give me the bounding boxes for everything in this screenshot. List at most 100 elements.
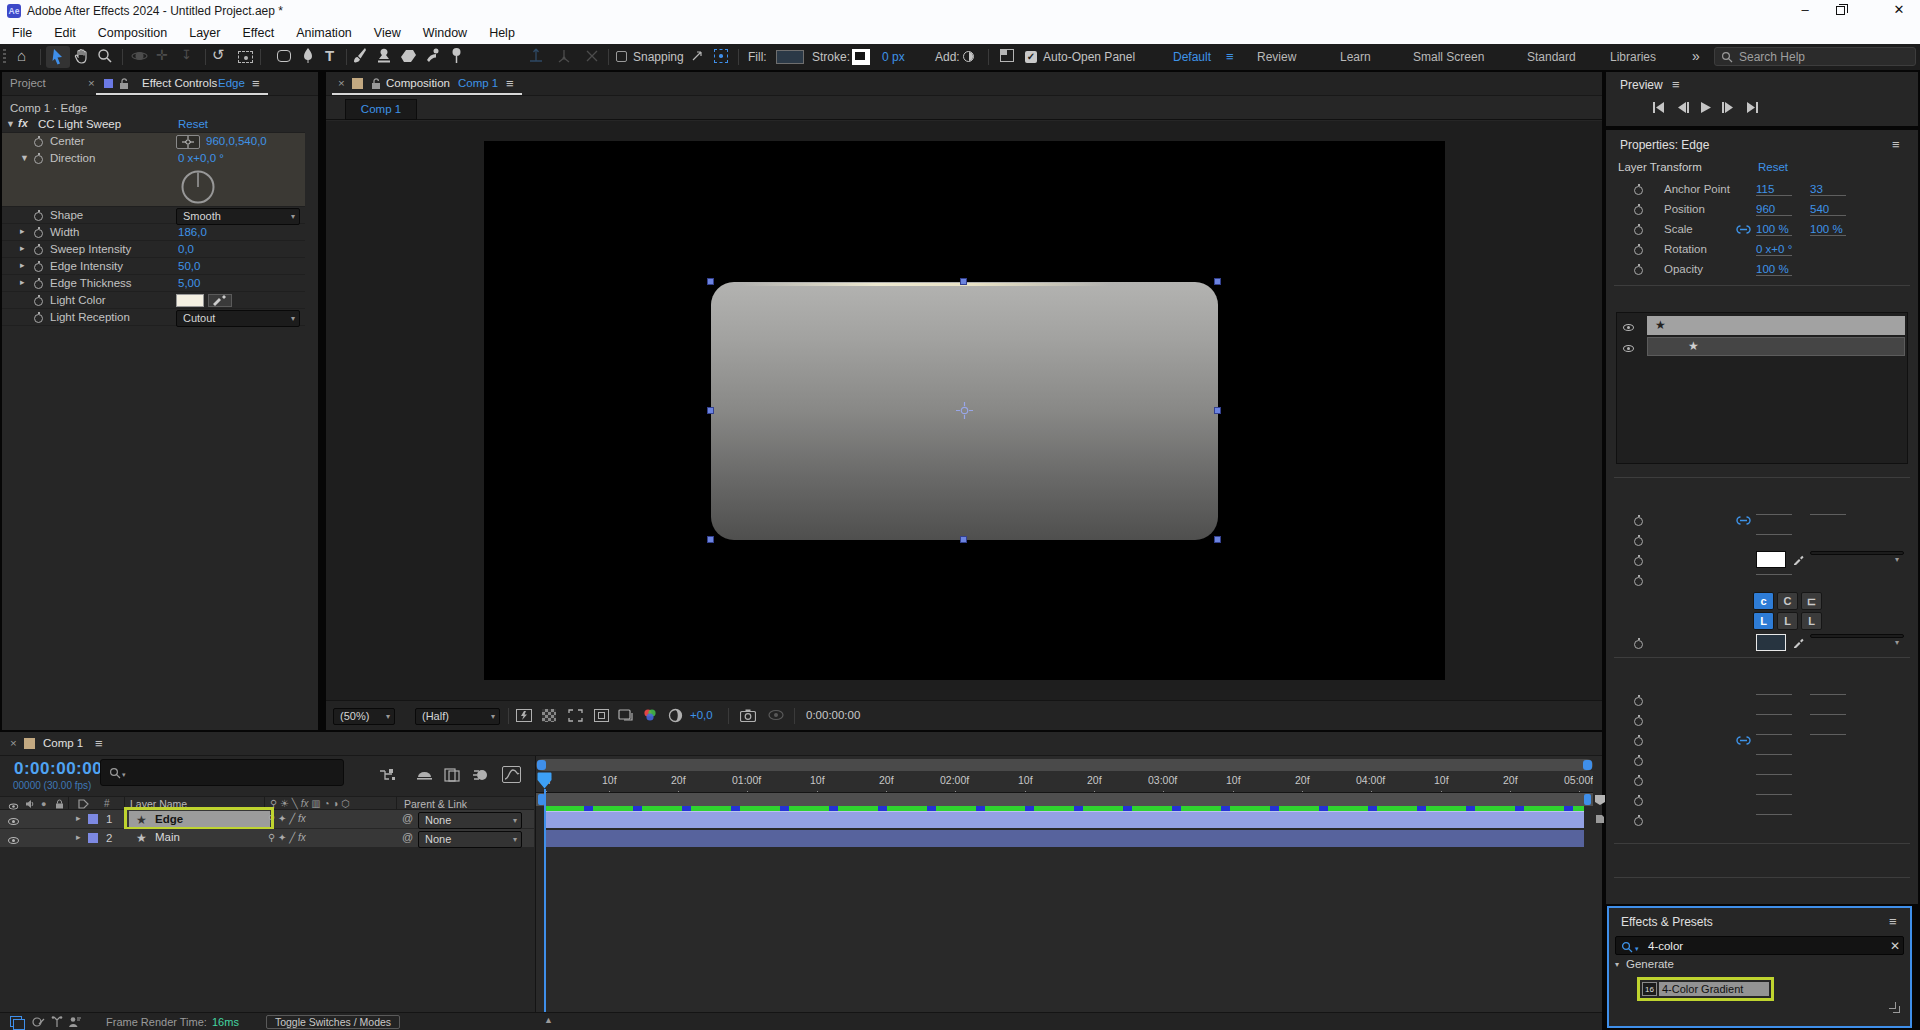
show-snapshot-icon[interactable] [768,709,785,721]
stroke-color-swatch[interactable] [1756,551,1786,568]
menu-effect[interactable]: Effect [242,26,274,40]
eye-icon[interactable] [8,837,19,844]
comp-marker-bin-icon[interactable] [1594,794,1606,806]
row-center[interactable]: Center 960,0,540,0 [2,133,305,150]
menu-window[interactable]: Window [423,26,467,40]
value-y[interactable] [1810,714,1846,715]
effect-reset-link[interactable]: Reset [178,118,208,130]
parent-dropdown[interactable]: None▾ [418,831,522,848]
value-y[interactable] [1810,514,1846,515]
direction-dial[interactable] [180,169,216,205]
menu-edit[interactable]: Edit [54,26,76,40]
motion-blur-icon[interactable] [472,768,489,782]
property-row[interactable]: Rotation 0 x+0 ° [1606,240,1918,260]
sweep-intensity-value[interactable]: 0,0 [178,243,194,255]
workspace-small-screen[interactable]: Small Screen [1413,50,1484,64]
property-row[interactable] [1606,511,1918,531]
effects-presets-title[interactable]: Effects & Presets [1621,915,1713,929]
close-button[interactable]: ✕ [1884,0,1914,22]
effect-header-row[interactable]: ▼ fx CC Light Sweep Reset [2,116,305,133]
line-cap-projecting-button[interactable]: ⊏ [1801,592,1822,610]
workspace-menu-icon[interactable]: ≡ [1226,49,1234,64]
minimize-button[interactable]: – [1790,0,1820,22]
home-icon[interactable]: ⌂ [17,47,26,64]
tab-close-icon[interactable]: × [10,737,17,749]
tab-project-close-icon[interactable]: × [88,77,95,89]
menu-file[interactable]: File [12,26,32,40]
workspace-overflow-icon[interactable]: » [1692,48,1700,64]
panel-icon[interactable] [1000,49,1014,62]
value[interactable] [1756,794,1792,795]
puppet-pin-tool[interactable] [450,47,463,64]
eyedropper-button[interactable] [208,294,232,307]
property-row[interactable] [1606,531,1918,551]
selection-handle[interactable] [960,278,967,285]
effect-name[interactable]: CC Light Sweep [38,118,121,130]
magnification-dropdown[interactable]: (50%)▾ [333,708,395,725]
property-row-stroke-color[interactable]: ▾ [1606,551,1918,571]
navigator-start-handle[interactable] [537,760,546,770]
channel-icon[interactable] [642,708,658,723]
menu-composition[interactable]: Composition [98,26,167,40]
property-row[interactable] [1606,731,1918,751]
property-row[interactable] [1606,791,1918,811]
selection-handle[interactable] [960,536,967,543]
value[interactable] [1756,754,1792,755]
play-button[interactable] [1700,102,1711,113]
view-axis-mode[interactable] [584,47,600,65]
property-row[interactable] [1606,691,1918,711]
selection-handle[interactable] [707,536,714,543]
property-row[interactable] [1606,811,1918,831]
value-x[interactable] [1756,514,1792,515]
value[interactable] [1756,574,1792,575]
workspace-libraries[interactable]: Libraries [1610,50,1656,64]
eye-icon[interactable] [8,818,19,825]
panel-menu-icon[interactable]: ≡ [252,76,260,91]
property-row[interactable]: Position 960 540 [1606,200,1918,220]
row-sweep-intensity[interactable]: ▸ Sweep Intensity 0,0 [2,241,305,258]
panel-menu-icon[interactable]: ≡ [506,76,514,91]
work-area-end-handle[interactable] [1584,794,1591,805]
snap-to-features-icon[interactable] [714,49,728,63]
eyedropper-icon[interactable] [1792,553,1805,566]
panel-menu-icon[interactable]: ≡ [95,736,103,751]
tab-timeline-comp[interactable]: Comp 1 [43,737,83,749]
value-x[interactable] [1756,714,1792,715]
rotation-tool[interactable]: ↺ [212,46,225,64]
value-x[interactable]: 115 [1756,183,1792,196]
restore-button[interactable] [1836,6,1845,15]
width-value[interactable]: 186,0 [178,226,207,238]
value-y[interactable]: 540 [1810,203,1846,216]
collapse-icon[interactable]: ▼ [20,153,29,163]
tab-effect-controls[interactable]: Effect Controls [142,77,217,89]
shape-dropdown[interactable]: Smooth▾ [176,208,300,225]
stroke-width-value[interactable]: 0 px [882,50,905,64]
mask-visibility-icon[interactable] [618,709,634,722]
panel-menu-icon[interactable]: ≡ [1672,77,1680,92]
clear-search-icon[interactable]: ✕ [1890,939,1900,953]
layer-out-icon[interactable] [1594,813,1606,825]
orbit-camera-tool[interactable] [131,48,148,64]
unlock-icon[interactable] [371,78,381,90]
layer-row-main[interactable]: ▸ 2 ★ Main ⚲ ✦ ╱ fx @ None▾ [0,829,534,848]
edge-intensity-value[interactable]: 50,0 [178,260,200,272]
layer-switches[interactable]: ⚲ ✦ ╱ fx [268,832,306,843]
property-row[interactable]: Anchor Point 115 33 [1606,180,1918,200]
row-edge-intensity[interactable]: ▸ Edge Intensity 50,0 [2,258,305,275]
add-shape-icon[interactable] [963,51,974,62]
parent-dropdown[interactable]: None▾ [418,812,522,829]
row-light-reception[interactable]: Light Reception Cutout▾ [2,309,305,326]
guides-icon[interactable] [594,709,609,722]
draft-icon[interactable] [32,1016,45,1028]
playhead-line[interactable] [544,789,546,1012]
panel-menu-icon[interactable]: ≡ [1889,914,1897,929]
last-frame-button[interactable] [1746,102,1759,113]
content-row-rectangle[interactable]: ★ [1619,337,1905,356]
brush-tool[interactable] [352,47,367,64]
value-x[interactable] [1756,734,1792,735]
playhead[interactable] [537,772,552,789]
value-y[interactable]: 33 [1810,183,1846,196]
effect-result-selected[interactable]: 4-Color Gradient [1659,982,1769,996]
selection-handle[interactable] [707,407,714,414]
local-axis-mode[interactable] [528,47,544,65]
